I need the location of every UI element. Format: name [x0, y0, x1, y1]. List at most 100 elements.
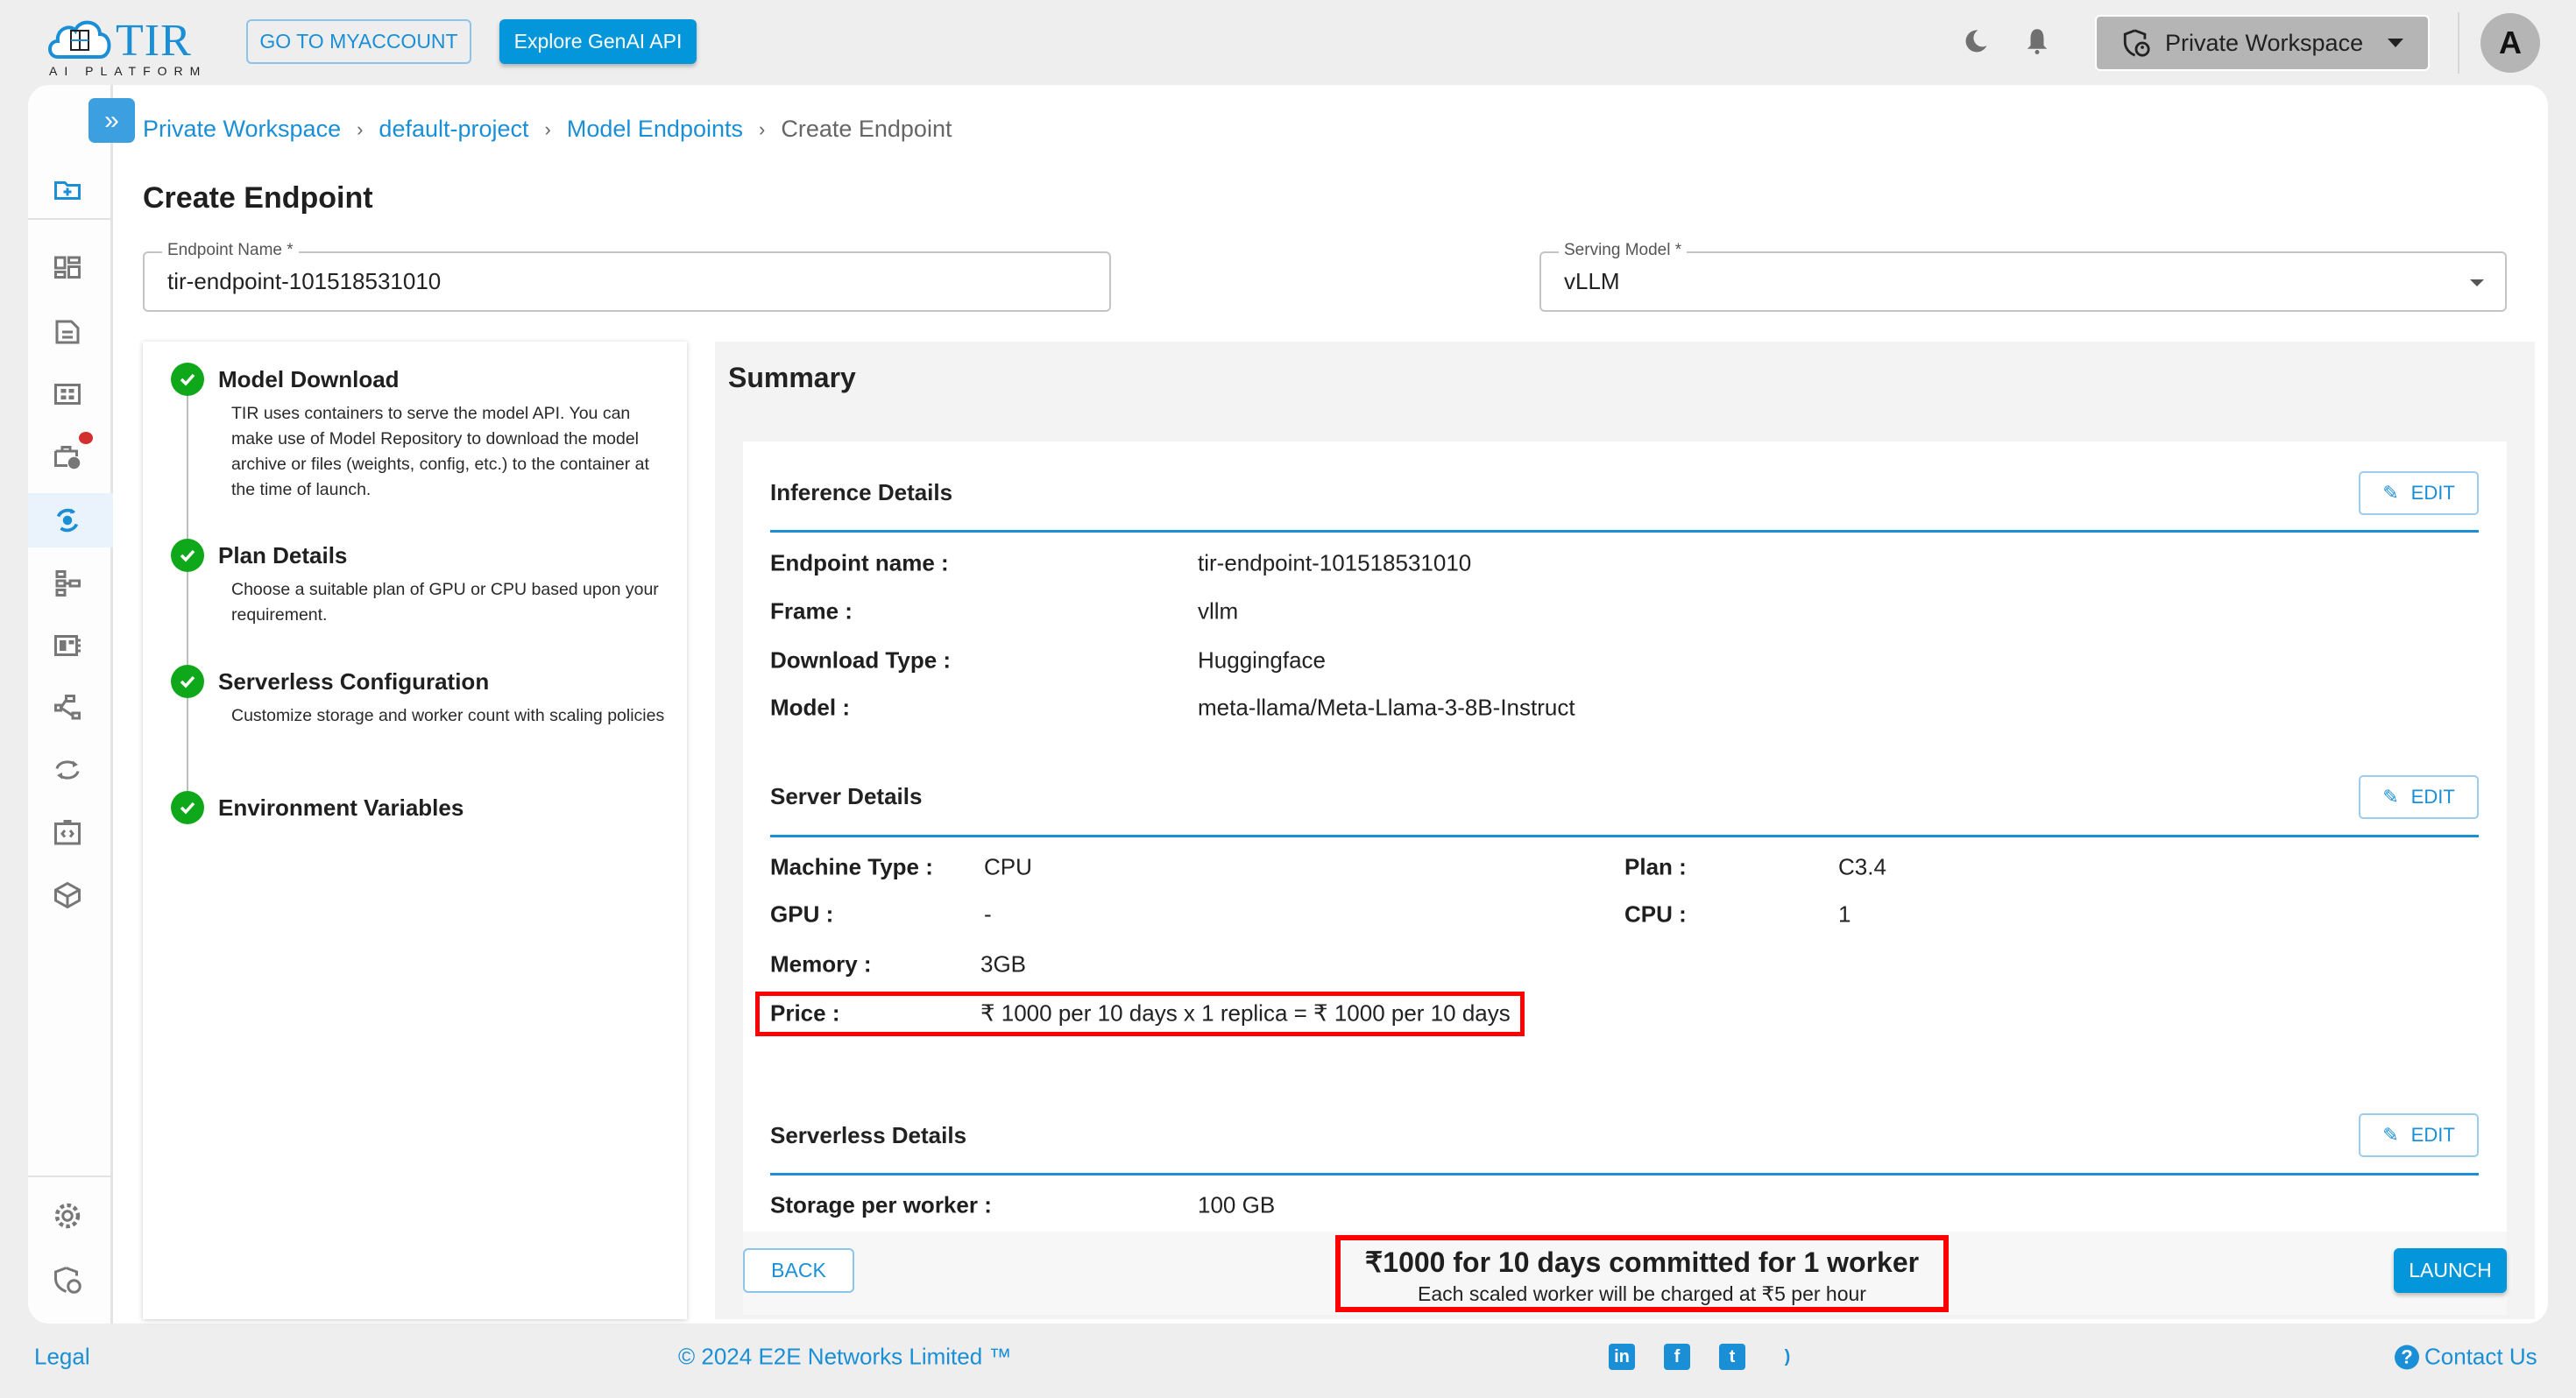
edit-serverless-button[interactable]: ✎ EDIT	[2359, 1113, 2479, 1157]
step-description: TIR uses containers to serve the model A…	[231, 404, 649, 499]
pencil-icon: ✎	[2382, 482, 2399, 504]
cpu-value: 1	[1838, 900, 1851, 928]
pencil-icon: ✎	[2382, 786, 2399, 808]
sidebar-item-document[interactable]	[49, 316, 86, 348]
breadcrumb-model-endpoints[interactable]: Model Endpoints	[567, 116, 743, 143]
sidebar-item-cube[interactable]	[49, 879, 86, 911]
linkedin-icon[interactable]: in	[1609, 1344, 1635, 1370]
serving-model-select[interactable]: Serving Model * vLLM	[1539, 241, 2507, 312]
storage-value: 100 GB	[1198, 1191, 1276, 1218]
sidebar-item-grid[interactable]	[49, 378, 86, 410]
memory-label: Memory :	[770, 950, 872, 978]
summary-title: Summary	[728, 362, 856, 393]
inference-row-value: tir-endpoint-101518531010	[1198, 549, 1472, 576]
sidebar-item-dashboard[interactable]	[49, 252, 86, 284]
pencil-icon: ✎	[2382, 1124, 2399, 1146]
cube-icon	[54, 881, 81, 909]
back-button[interactable]: BACK	[743, 1248, 854, 1293]
step-complete-check-icon	[171, 363, 204, 396]
cpu-label: CPU :	[1624, 900, 1687, 928]
edit-label: EDIT	[2410, 1124, 2455, 1146]
dark-mode-toggle-icon[interactable]	[1963, 28, 1989, 54]
grid-icon	[54, 384, 81, 405]
pipeline-icon	[55, 570, 81, 597]
inference-row-label: Frame :	[770, 597, 853, 625]
shield-user-icon	[2123, 29, 2150, 57]
endpoint-name-input[interactable]: Endpoint Name * tir-endpoint-10151853101…	[143, 241, 1111, 312]
section-divider	[770, 1173, 2479, 1176]
sidebar-item-share[interactable]	[49, 692, 86, 724]
notification-bell-icon[interactable]	[2024, 26, 2050, 56]
step-description: Choose a suitable plan of GPU or CPU bas…	[231, 580, 659, 625]
sidebar-item-code-box[interactable]	[49, 817, 86, 849]
facebook-icon[interactable]: f	[1664, 1344, 1690, 1370]
step-complete-check-icon	[171, 665, 204, 698]
dashboard-icon	[54, 256, 81, 279]
legal-link[interactable]: Legal	[34, 1344, 90, 1371]
breadcrumb-current: Create Endpoint	[781, 116, 952, 142]
sidebar-item-briefcase-clock[interactable]	[49, 432, 93, 472]
edit-label: EDIT	[2410, 786, 2455, 808]
settings-icon	[54, 1203, 81, 1229]
plan-value: C3.4	[1838, 853, 1886, 880]
notification-badge	[79, 432, 93, 444]
document-icon	[55, 320, 80, 344]
plan-label: Plan :	[1624, 853, 1687, 880]
model-endpoint-icon	[56, 508, 79, 533]
launch-button[interactable]: LAUNCH	[2394, 1248, 2507, 1293]
go-to-myaccount-button[interactable]: GO TO MYACCOUNT	[246, 19, 471, 64]
inference-row-label: Model :	[770, 694, 850, 721]
endpoint-name-label: Endpoint Name *	[162, 241, 299, 260]
sidebar-item-settings[interactable]	[49, 1200, 86, 1232]
step-title: Plan Details	[218, 542, 348, 568]
inference-row-value: vllm	[1198, 597, 1239, 625]
sidebar-item-pipeline[interactable]	[49, 568, 86, 599]
help-icon: ?	[2395, 1345, 2419, 1369]
step-title: Model Download	[218, 366, 400, 392]
rss-icon[interactable]: )	[1774, 1344, 1801, 1370]
machine-type-label: Machine Type :	[770, 853, 933, 880]
step-title: Serverless Configuration	[218, 668, 490, 695]
serving-model-value: vLLM	[1564, 268, 1620, 294]
briefcase-clock-icon	[54, 446, 81, 470]
breadcrumb-default-project[interactable]: default-project	[379, 116, 528, 143]
expand-sidebar-button[interactable]: »	[88, 98, 135, 143]
header-divider	[2458, 12, 2459, 74]
serverless-details-title: Serverless Details	[770, 1122, 967, 1148]
sidebar-item-shield-user[interactable]	[49, 1264, 86, 1296]
step-title: Environment Variables	[218, 794, 464, 821]
price-value: ₹ 1000 per 10 days x 1 replica = ₹ 1000 …	[980, 999, 1511, 1027]
section-divider	[770, 530, 2479, 533]
breadcrumb-private-workspace[interactable]: Private Workspace	[143, 116, 341, 143]
logo-text: TIR	[116, 16, 192, 66]
commitment-box: ₹1000 for 10 days committed for 1 worker…	[1335, 1235, 1949, 1312]
breadcrumb-separator: ›	[544, 117, 551, 140]
edit-inference-button[interactable]: ✎ EDIT	[2359, 471, 2479, 515]
stepper-line	[187, 385, 188, 806]
edit-server-button[interactable]: ✎ EDIT	[2359, 775, 2479, 819]
edit-label: EDIT	[2410, 482, 2455, 504]
gpu-label: GPU :	[770, 900, 834, 928]
price-label: Price :	[770, 999, 840, 1027]
cloud-logo-icon	[48, 20, 111, 59]
sidebar-item-sync[interactable]	[49, 754, 86, 786]
share-icon	[54, 695, 81, 720]
sidebar-item-folder-plus[interactable]	[49, 173, 86, 205]
logo-subtext: AI PLATFORM	[49, 64, 208, 78]
avatar[interactable]: A	[2480, 13, 2540, 73]
storage-label: Storage per worker :	[770, 1191, 992, 1218]
inference-row-label: Download Type :	[770, 646, 952, 674]
explore-genai-api-button[interactable]: Explore GenAI API	[499, 19, 697, 64]
inference-row-value: Huggingface	[1198, 646, 1326, 674]
inference-row-value: meta-llama/Meta-Llama-3-8B-Instruct	[1198, 694, 1575, 721]
sidebar-item-model-endpoint[interactable]	[49, 505, 86, 536]
contact-us-label: Contact Us	[2424, 1343, 2537, 1370]
commitment-main-text: ₹1000 for 10 days committed for 1 worker	[1364, 1246, 1920, 1278]
twitter-icon[interactable]: t	[1719, 1344, 1745, 1370]
serving-model-label: Serving Model *	[1559, 241, 1688, 260]
memory-value: 3GB	[980, 950, 1027, 978]
endpoint-name-value: tir-endpoint-101518531010	[167, 268, 442, 294]
contact-us-link[interactable]: ? Contact Us	[2395, 1344, 2537, 1371]
sidebar-item-registry[interactable]	[49, 630, 86, 661]
workspace-selector[interactable]: Private Workspace	[2095, 15, 2430, 71]
